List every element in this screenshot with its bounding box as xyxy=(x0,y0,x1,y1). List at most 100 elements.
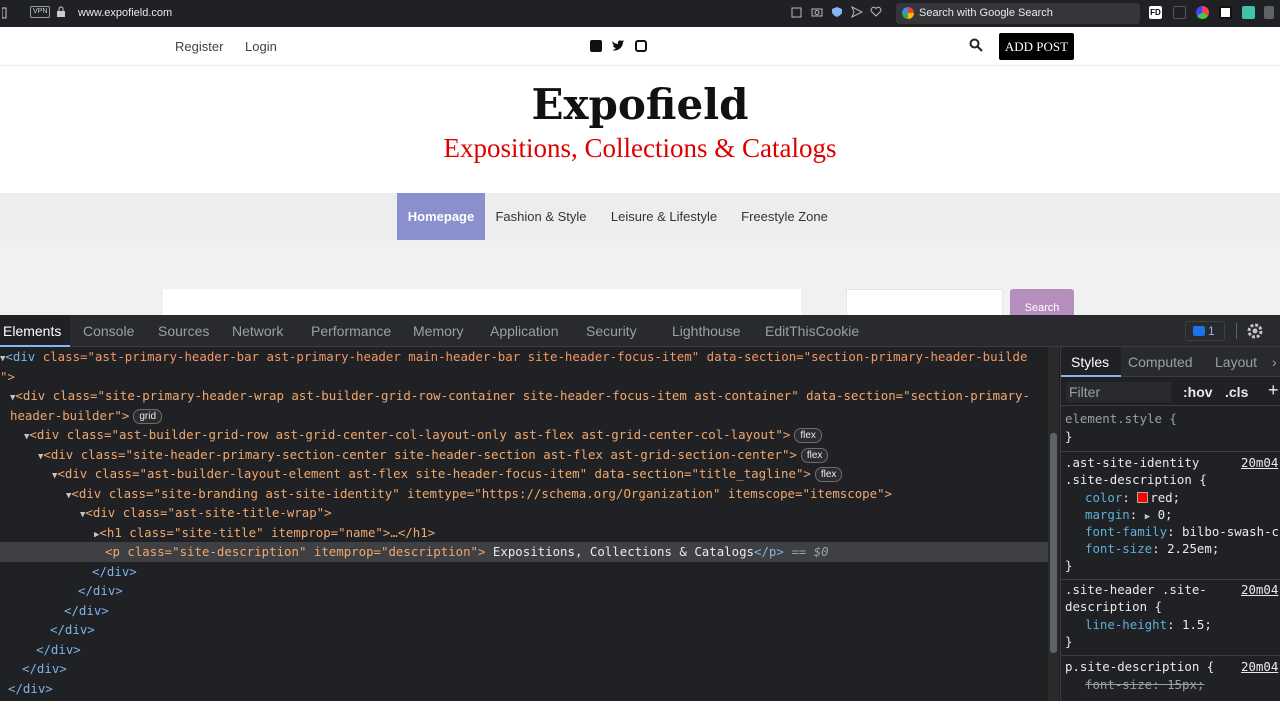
search-icon[interactable] xyxy=(969,38,983,52)
dom-node-line[interactable]: </div> xyxy=(0,620,1048,640)
dom-attrs: header-builder"> xyxy=(10,407,130,423)
css-declaration[interactable]: font-family: bilbo-swash-c xyxy=(1085,524,1279,539)
tab-elements[interactable]: Elements xyxy=(3,323,61,339)
tab-editthiscookie[interactable]: EditThisCookie xyxy=(765,323,859,339)
dom-node-line[interactable]: ▼<div class="ast-site-title-wrap"> xyxy=(0,503,1048,523)
lock-icon[interactable] xyxy=(56,6,66,18)
hov-toggle[interactable]: :hov xyxy=(1183,384,1213,400)
element-style-selector[interactable]: element.style { xyxy=(1065,411,1177,426)
dom-node-line[interactable]: "> xyxy=(0,367,1048,387)
scrollbar-thumb[interactable] xyxy=(1050,433,1057,653)
rule-selector[interactable]: .ast-site-identity xyxy=(1065,455,1199,470)
dom-node-line[interactable]: ▼<div class="site-header-primary-section… xyxy=(0,445,1048,465)
site-title[interactable]: Expofield xyxy=(0,80,1280,129)
extension-grid-icon[interactable] xyxy=(1173,6,1186,19)
color-picker-extension-icon[interactable] xyxy=(1196,6,1209,19)
nav-item-homepage[interactable]: Homepage xyxy=(397,193,485,240)
more-tabs-icon[interactable]: › xyxy=(1272,354,1277,370)
dom-attrs: <div class="ast-builder-layout-element a… xyxy=(57,466,811,481)
css-declaration-overridden[interactable]: font-size: 15px; xyxy=(1085,677,1204,692)
nav-item-freestyle-zone[interactable]: Freestyle Zone xyxy=(737,193,832,240)
dom-node-line[interactable]: ▼<div class="site-branding ast-site-iden… xyxy=(0,484,1048,504)
tab-layout[interactable]: Layout xyxy=(1215,354,1257,370)
dom-node-line[interactable]: ▼<div class="ast-primary-header-bar ast-… xyxy=(0,347,1048,367)
grid-badge[interactable]: grid xyxy=(133,408,163,424)
dom-node-line[interactable]: </div> xyxy=(0,581,1048,601)
tab-application[interactable]: Application xyxy=(490,323,559,339)
dom-node-line-selected[interactable]: <p class="site-description" itemprop="de… xyxy=(0,542,1048,562)
tab-console[interactable]: Console xyxy=(83,323,134,339)
dom-node-line[interactable]: ▼<div class="ast-builder-grid-row ast-gr… xyxy=(0,425,1048,445)
image-extension-icon[interactable] xyxy=(1219,6,1232,19)
rule-close-brace: } xyxy=(1065,429,1073,444)
dom-attrs: <div class="site-header-primary-section-… xyxy=(43,446,797,462)
css-declaration[interactable]: margin: ▶ 0; xyxy=(1085,507,1173,522)
add-post-button[interactable]: ADD POST xyxy=(999,33,1074,60)
rule-separator xyxy=(1061,655,1280,656)
styles-filter-input[interactable]: Filter xyxy=(1066,382,1171,402)
google-search-box[interactable]: Search with Google Search xyxy=(896,3,1140,24)
dom-node-line[interactable]: ▼<div class="site-primary-header-wrap as… xyxy=(0,386,1048,406)
dom-scrollbar[interactable] xyxy=(1048,347,1059,701)
dom-node-line[interactable]: </div> xyxy=(0,601,1048,621)
css-declaration[interactable]: line-height: 1.5; xyxy=(1085,617,1212,632)
rule-selector[interactable]: description { xyxy=(1065,599,1162,614)
rule-selector[interactable]: p.site-description { xyxy=(1065,659,1214,674)
gear-icon[interactable] xyxy=(1246,322,1264,340)
nav-item-fashion-style[interactable]: Fashion & Style xyxy=(489,193,593,240)
instagram-icon[interactable] xyxy=(635,40,647,52)
tab-network[interactable]: Network xyxy=(232,323,283,339)
rule-selector[interactable]: .site-description { xyxy=(1065,472,1207,487)
sidebar-icon[interactable] xyxy=(2,6,8,20)
camera-icon[interactable] xyxy=(811,6,823,18)
tab-lighthouse[interactable]: Lighthouse xyxy=(672,323,741,339)
dom-node-line[interactable]: </div> xyxy=(0,562,1048,582)
add-rule-icon[interactable]: + xyxy=(1268,380,1279,401)
dom-node-line[interactable]: </div> xyxy=(0,640,1048,660)
dom-node-line[interactable]: ▶<h1 class="site-title" itemprop="name">… xyxy=(0,523,1048,543)
twitter-icon[interactable] xyxy=(612,40,625,52)
send-icon[interactable] xyxy=(851,6,863,18)
puzzle-extension-icon[interactable] xyxy=(1264,6,1274,19)
tab-styles[interactable]: Styles xyxy=(1071,354,1109,370)
dom-node-line[interactable]: </div> xyxy=(0,659,1048,679)
facebook-icon[interactable] xyxy=(590,40,602,52)
dom-node-line[interactable]: header-builder"> grid xyxy=(0,406,1048,426)
bookmark-extension-icon[interactable] xyxy=(1242,6,1255,19)
css-property: font-family xyxy=(1085,524,1168,539)
dom-tree: ▼<div class="ast-primary-header-bar ast-… xyxy=(0,347,1048,701)
cls-toggle[interactable]: .cls xyxy=(1225,384,1248,400)
address-bar-url[interactable]: www.expofield.com xyxy=(78,7,172,19)
register-link[interactable]: Register xyxy=(175,39,223,54)
dom-node-line[interactable]: ▼<div class="ast-builder-layout-element … xyxy=(0,464,1048,484)
heart-icon[interactable] xyxy=(870,6,882,18)
issues-button[interactable]: 1 xyxy=(1185,321,1225,341)
edit-icon[interactable] xyxy=(791,6,803,18)
flex-badge[interactable]: flex xyxy=(800,447,829,463)
rule-source-link[interactable]: 20m04 xyxy=(1241,659,1278,674)
flex-badge[interactable]: flex xyxy=(814,467,843,482)
tab-memory[interactable]: Memory xyxy=(413,323,464,339)
page-content: Search xyxy=(0,241,1280,319)
login-link[interactable]: Login xyxy=(245,39,277,54)
rule-source-link[interactable]: 20m04 xyxy=(1241,582,1278,597)
tab-sources[interactable]: Sources xyxy=(158,323,209,339)
css-value: 1.5; xyxy=(1181,617,1212,632)
vpn-badge[interactable]: VPN xyxy=(30,6,51,18)
nav-item-leisure-lifestyle[interactable]: Leisure & Lifestyle xyxy=(604,193,724,240)
dom-attrs: class="ast-primary-header-bar ast-primar… xyxy=(35,349,1028,364)
css-declaration[interactable]: font-size: 2.25em; xyxy=(1085,541,1219,556)
expand-icon[interactable]: ▶ xyxy=(1145,512,1150,522)
tab-security[interactable]: Security xyxy=(586,323,637,339)
flex-badge[interactable]: flex xyxy=(794,428,822,443)
rule-selector[interactable]: .site-header .site- xyxy=(1065,582,1207,597)
tab-computed[interactable]: Computed xyxy=(1128,354,1193,370)
dom-node-line[interactable]: </div> xyxy=(0,679,1048,699)
tab-performance[interactable]: Performance xyxy=(311,323,391,339)
shield-icon[interactable] xyxy=(831,6,843,18)
css-declaration[interactable]: color: red; xyxy=(1085,490,1180,505)
fd-extension-icon[interactable]: FD xyxy=(1149,6,1162,19)
dom-attrs: <div class="site-branding ast-site-ident… xyxy=(71,485,892,501)
color-swatch[interactable] xyxy=(1137,492,1149,503)
rule-source-link[interactable]: 20m04 xyxy=(1241,455,1278,470)
